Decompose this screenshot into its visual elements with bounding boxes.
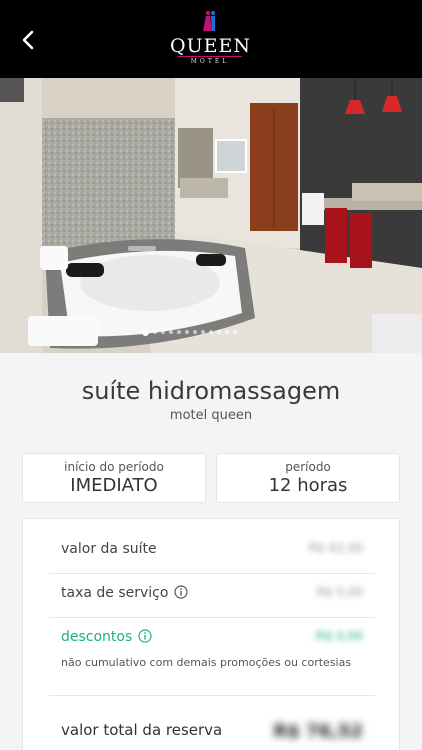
service-fee-label-wrap: taxa de serviço <box>61 585 189 601</box>
top-bar: QUEEN MOTEL <box>0 0 422 78</box>
pagination-dot[interactable] <box>161 330 165 334</box>
period-value: 12 horas <box>268 475 348 496</box>
divider <box>49 617 375 618</box>
suite-price-amount: R$ 62,00 <box>308 541 363 555</box>
period-start-value: IMEDIATO <box>70 475 158 496</box>
gallery-pagination[interactable] <box>142 328 237 336</box>
suite-photo[interactable] <box>0 78 422 353</box>
pagination-dot[interactable] <box>185 330 189 334</box>
logo-sub-text: MOTEL <box>190 58 230 65</box>
motel-logo: QUEEN MOTEL <box>170 10 250 68</box>
info-icon[interactable] <box>138 629 152 643</box>
service-fee-amount: R$ 0,00 <box>316 585 363 599</box>
pagination-dot[interactable] <box>233 330 237 334</box>
pagination-dot[interactable] <box>153 330 157 334</box>
motel-name: motel queen <box>169 408 253 423</box>
discount-amount: -R$ 0,00 <box>312 629 363 643</box>
pagination-dot[interactable] <box>217 330 221 334</box>
suite-name: suíte hidromassagem <box>81 377 341 405</box>
info-icon[interactable] <box>174 585 189 599</box>
back-button[interactable] <box>18 26 42 54</box>
discount-label-wrap: descontos <box>61 629 152 645</box>
pagination-dot[interactable] <box>169 330 173 334</box>
pagination-dot[interactable] <box>142 328 149 336</box>
suite-photo-image <box>0 78 422 353</box>
pagination-dot[interactable] <box>201 330 205 334</box>
divider <box>49 573 375 574</box>
period-label: período <box>285 460 331 474</box>
period-start-label: início do período <box>64 460 164 474</box>
total-label: valor total da reserva <box>61 721 223 739</box>
pagination-dot[interactable] <box>193 330 197 334</box>
chevron-left-icon <box>22 30 34 50</box>
total-amount: R$ 76,52 <box>273 721 363 742</box>
period-start-card: início do período IMEDIATO <box>22 453 206 503</box>
service-fee-label: taxa de serviço <box>61 585 169 601</box>
divider <box>49 695 375 696</box>
couple-logo-icon <box>203 11 215 31</box>
period-card[interactable]: período 12 horas <box>216 453 400 503</box>
suite-price-label: valor da suíte <box>61 541 157 557</box>
pagination-dot[interactable] <box>209 330 213 334</box>
pagination-dot[interactable] <box>177 330 181 334</box>
pagination-dot[interactable] <box>225 330 229 334</box>
discount-note: não cumulativo com demais promoções ou c… <box>61 656 352 669</box>
pricing-panel: valor da suíte R$ 62,00 taxa de serviço … <box>22 518 400 750</box>
discount-label: descontos <box>61 629 133 645</box>
logo-main-text: QUEEN <box>170 35 251 57</box>
